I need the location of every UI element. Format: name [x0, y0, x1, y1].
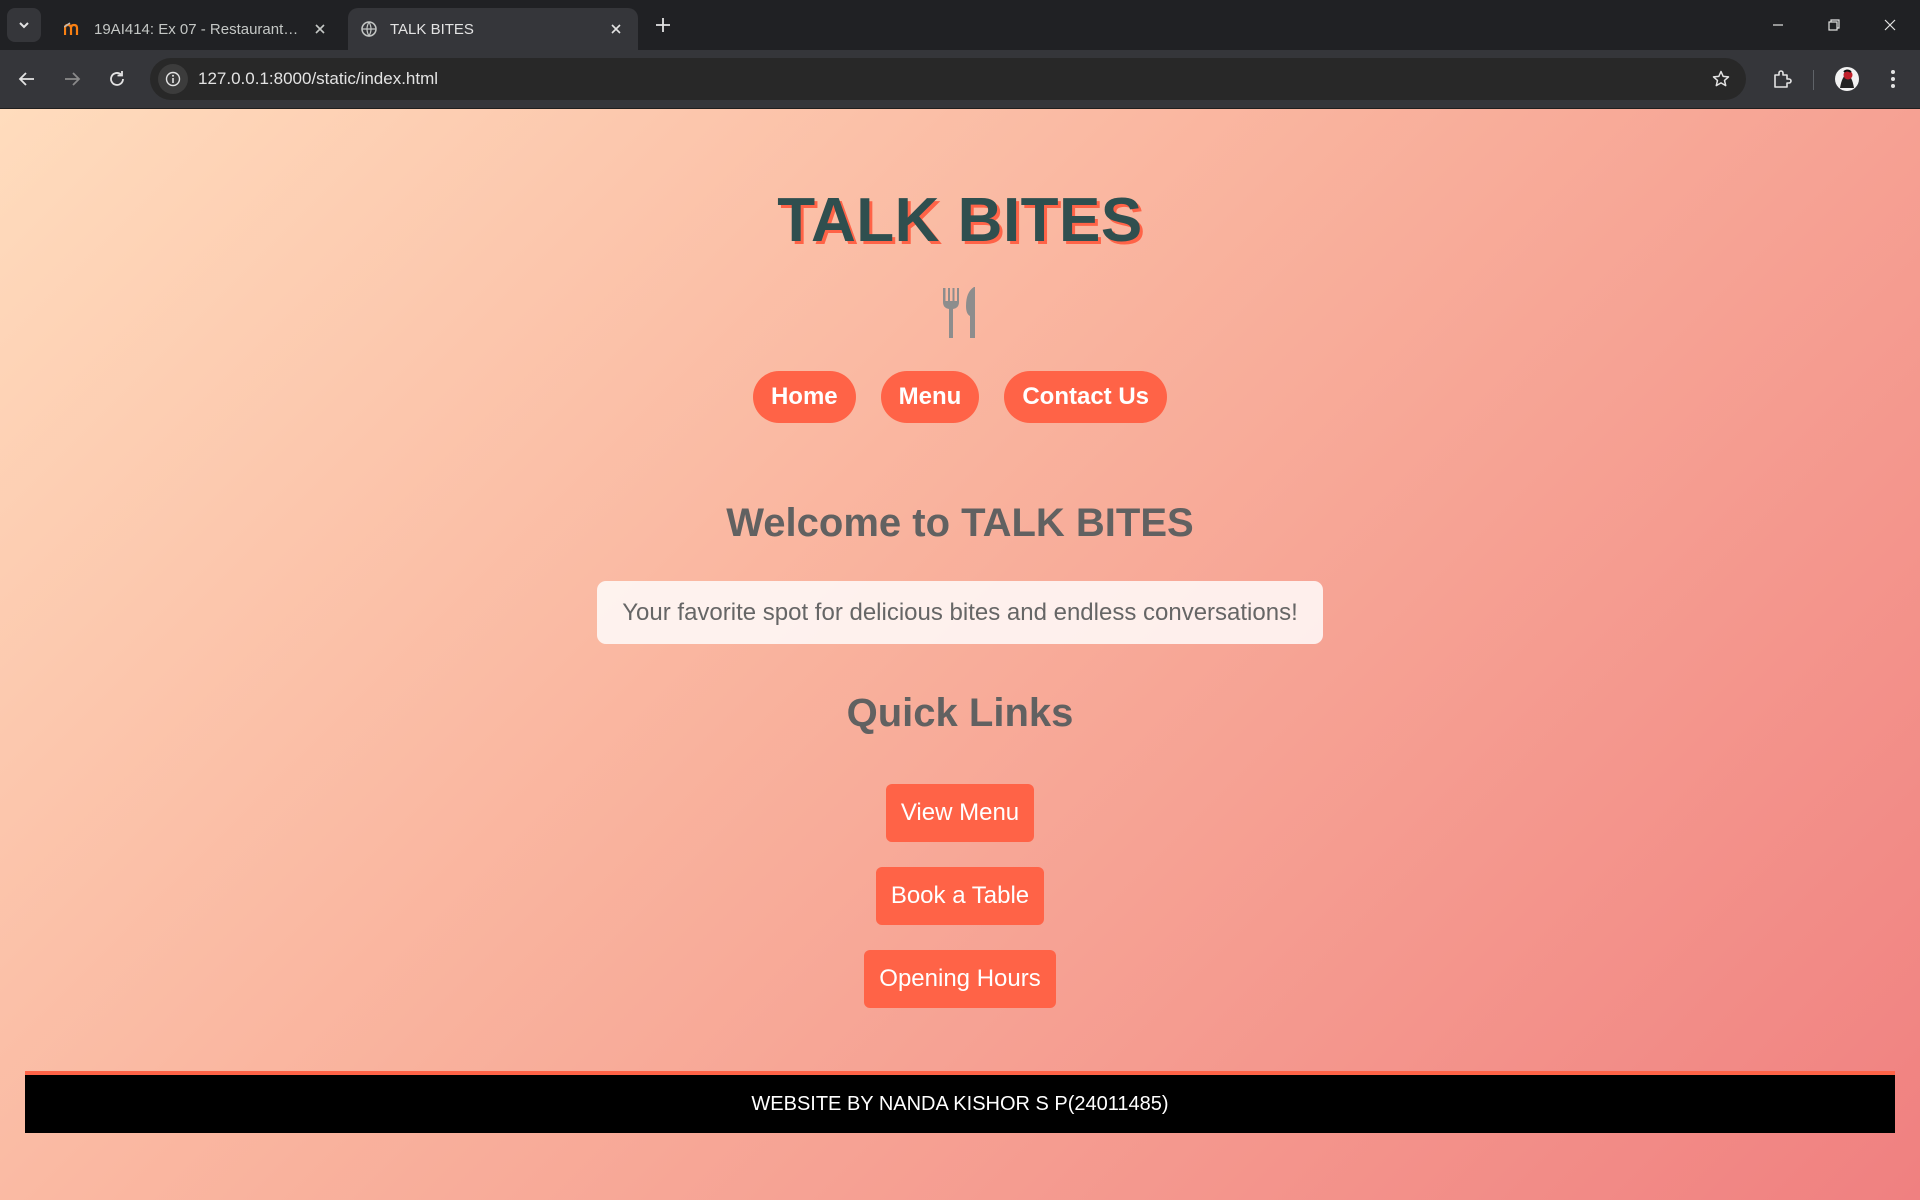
browser-toolbar: 127.0.0.1:8000/static/index.html [0, 50, 1920, 109]
book-a-table-button[interactable]: Book a Table [876, 867, 1044, 925]
close-icon[interactable] [310, 19, 330, 39]
tab-talk-bites[interactable]: TALK BITES [348, 8, 638, 50]
welcome-heading: Welcome to TALK BITES [726, 501, 1194, 545]
restore-button[interactable] [1806, 0, 1862, 50]
tab-title: TALK BITES [390, 20, 474, 38]
site-title: TALK BITES [777, 186, 1143, 255]
arrow-right-icon [65, 72, 81, 86]
toolbar-divider [1813, 70, 1814, 90]
close-icon[interactable] [606, 19, 626, 39]
main-nav: Home Menu Contact Us [0, 371, 1920, 423]
footer-credit: WEBSITE BY NANDA KISHOR S P(24011485) [25, 1071, 1895, 1133]
more-options-icon[interactable] [1876, 62, 1910, 96]
reload-icon [110, 71, 124, 86]
url-text[interactable]: 127.0.0.1:8000/static/index.html [198, 69, 1704, 89]
address-bar[interactable]: 127.0.0.1:8000/static/index.html [150, 58, 1746, 100]
site-info-icon[interactable] [158, 64, 188, 94]
browser-tab-bar: 19AI414: Ex 07 - Restaurant Website TALK… [0, 0, 1920, 50]
tab-restaurant-website[interactable]: 19AI414: Ex 07 - Restaurant Website [52, 8, 342, 50]
tagline: Your favorite spot for delicious bites a… [597, 581, 1323, 644]
arrow-left-icon [18, 72, 34, 86]
restore-icon [1828, 19, 1840, 31]
minimize-icon [1773, 24, 1783, 26]
minimize-button[interactable] [1750, 0, 1806, 50]
extensions-icon[interactable] [1765, 62, 1799, 96]
close-icon [1884, 19, 1896, 31]
globe-icon [360, 20, 378, 38]
profile-avatar[interactable] [1830, 62, 1864, 96]
fork-knife-icon [943, 287, 975, 338]
reload-button[interactable] [100, 62, 134, 96]
moodle-icon [64, 20, 82, 38]
new-tab-button[interactable] [650, 12, 676, 38]
quick-links-heading: Quick Links [846, 691, 1074, 735]
view-menu-button[interactable]: View Menu [886, 784, 1034, 842]
plus-icon [656, 18, 670, 32]
nav-contact-us[interactable]: Contact Us [1004, 371, 1168, 423]
tab-title: 19AI414: Ex 07 - Restaurant Website [94, 20, 302, 38]
page-viewport: TALK BITES Home Menu Contact Us Welcome … [0, 109, 1920, 1200]
forward-button[interactable] [55, 62, 89, 96]
tab-search-button[interactable] [7, 8, 41, 42]
bookmark-star-icon[interactable] [1704, 62, 1738, 96]
nav-home[interactable]: Home [752, 371, 856, 423]
opening-hours-button[interactable]: Opening Hours [864, 950, 1056, 1008]
nav-menu[interactable]: Menu [880, 371, 980, 423]
back-button[interactable] [10, 62, 44, 96]
close-window-button[interactable] [1862, 0, 1918, 50]
chevron-down-icon [19, 22, 29, 29]
